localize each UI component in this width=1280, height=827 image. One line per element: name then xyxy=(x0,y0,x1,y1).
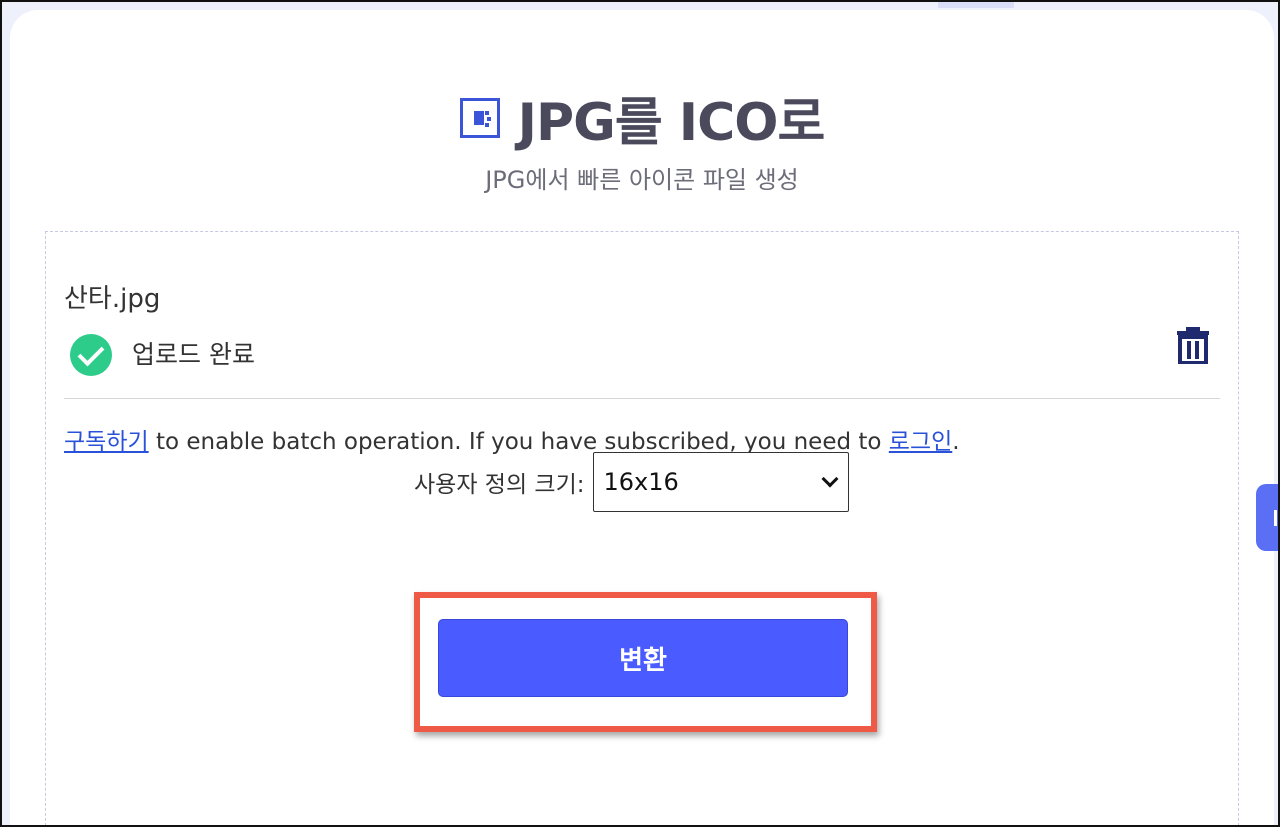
batch-notice-end: . xyxy=(952,429,960,455)
file-dropzone[interactable] xyxy=(45,231,1239,825)
login-link[interactable]: 로그인 xyxy=(889,429,952,455)
check-circle-icon xyxy=(70,334,112,376)
ico-file-icon xyxy=(459,97,500,138)
size-select[interactable]: 16x16 xyxy=(592,452,849,512)
batch-notice: 구독하기 to enable batch operation. If you h… xyxy=(64,422,960,456)
size-select-value: 16x16 xyxy=(603,468,679,496)
convert-button[interactable]: 변환 xyxy=(438,619,848,697)
page-subtitle: JPG에서 빠른 아이콘 파일 생성 xyxy=(485,166,799,194)
page-title: JPG를 ICO로 xyxy=(517,93,826,153)
header: JPG를 ICO로 xyxy=(2,80,1278,155)
side-panel-tab[interactable] xyxy=(1256,484,1278,551)
upload-status: 업로드 완료 xyxy=(132,340,255,369)
custom-size-row: 사용자 정의 크기: 16x16 xyxy=(414,452,849,512)
trash-icon[interactable] xyxy=(1176,326,1210,364)
subscribe-link[interactable]: 구독하기 xyxy=(64,429,149,455)
background-accent xyxy=(938,2,1014,8)
divider xyxy=(64,398,1220,399)
file-name: 산타.jpg xyxy=(64,284,161,314)
app-frame: JPG를 ICO로 JPG에서 빠른 아이콘 파일 생성 산타.jpg 업로드 … xyxy=(0,0,1280,827)
chevron-down-icon xyxy=(821,470,838,488)
custom-size-label: 사용자 정의 크기: xyxy=(414,472,585,498)
